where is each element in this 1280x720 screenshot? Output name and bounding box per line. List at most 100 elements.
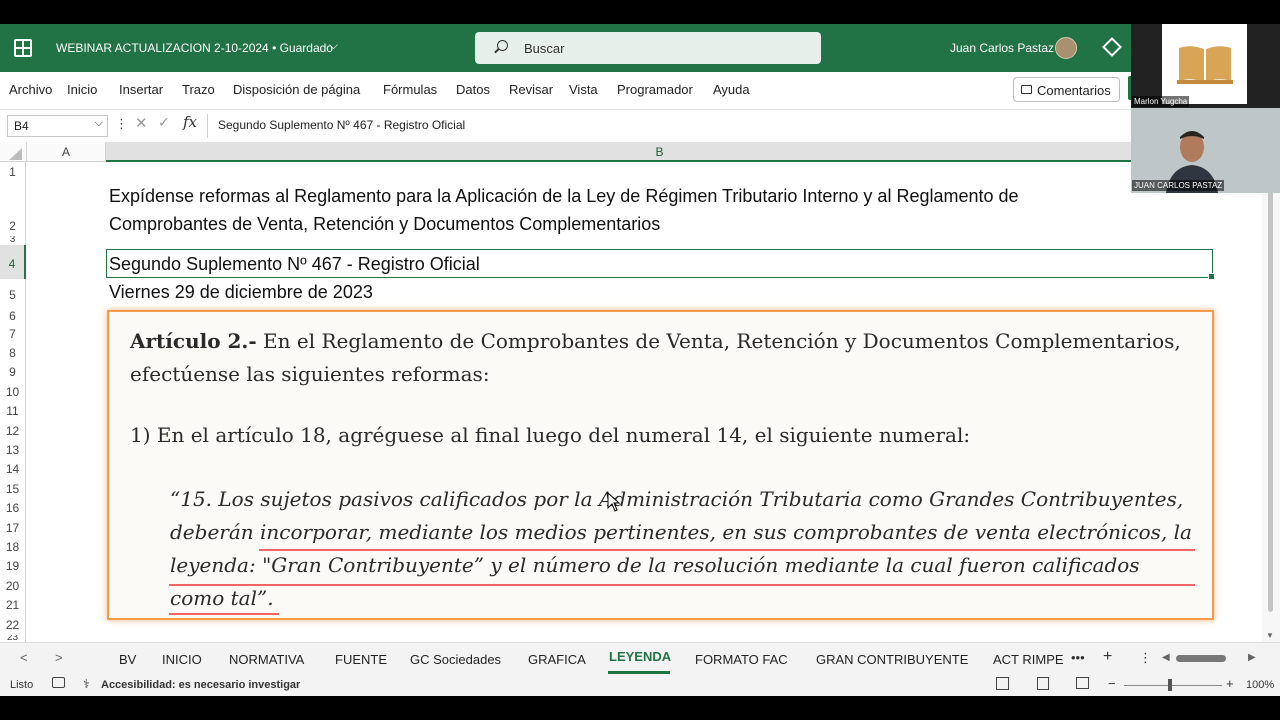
next-sheet-icon[interactable]: >: [55, 650, 63, 665]
row-header[interactable]: 12: [0, 421, 26, 441]
status-bar: Listo ⚕ Accesibilidad: es necesario inve…: [0, 674, 1280, 696]
row-header[interactable]: 8: [0, 344, 26, 363]
comments-button[interactable]: Comentarios: [1013, 77, 1120, 102]
row-header[interactable]: 11: [0, 402, 26, 421]
row-header[interactable]: 20: [0, 576, 26, 596]
zoom-out-button[interactable]: −: [1108, 676, 1116, 691]
row-header[interactable]: 3: [0, 236, 26, 245]
row-header[interactable]: 7: [0, 325, 26, 344]
row-header-selected[interactable]: 4: [0, 245, 26, 279]
tab-datos[interactable]: Datos: [456, 82, 490, 97]
tab-archivo[interactable]: Archivo: [9, 82, 52, 97]
row-header[interactable]: 17: [0, 518, 26, 538]
scroll-thumb[interactable]: [1268, 182, 1273, 612]
cell-b2-line2[interactable]: Comprobantes de Venta, Retención y Docum…: [109, 214, 660, 235]
scroll-down-icon[interactable]: ▼: [1266, 631, 1274, 640]
cell-b4[interactable]: Segundo Suplemento Nº 467 - Registro Ofi…: [109, 254, 480, 275]
row-header[interactable]: 9: [0, 363, 26, 382]
spreadsheet-grid[interactable]: A B 1 2 3 4 5 6 7 8 9 10 11 12 13 14 15 …: [0, 142, 1280, 642]
macro-icon[interactable]: [52, 677, 65, 688]
select-all-corner[interactable]: [9, 148, 22, 160]
pasted-document-image[interactable]: Artículo 2.- En el Reglamento de Comprob…: [107, 310, 1214, 620]
tab-disposicion[interactable]: Disposición de página: [233, 82, 360, 97]
quote-line-1: “15. Los sujetos pasivos calificados por…: [170, 487, 1184, 511]
row-header[interactable]: 1: [0, 162, 26, 182]
row-header[interactable]: 15: [0, 479, 26, 499]
avatar[interactable]: [1055, 37, 1077, 59]
red-underline: [169, 613, 279, 615]
accessibility-status[interactable]: Accesibilidad: es necesario investigar: [101, 679, 300, 691]
sheet-tab-formato-fac[interactable]: FORMATO FAC: [695, 652, 788, 667]
row-header[interactable]: 18: [0, 538, 26, 557]
tab-programador[interactable]: Programador: [617, 82, 693, 97]
vertical-scrollbar[interactable]: ▼: [1262, 142, 1280, 642]
row-header[interactable]: 21: [0, 596, 26, 615]
row-header[interactable]: 5: [0, 279, 26, 305]
column-header-b[interactable]: B: [106, 142, 1213, 162]
sheet-tab-bv[interactable]: BV: [119, 652, 136, 667]
name-box[interactable]: B4 ⌵: [7, 115, 108, 137]
accessibility-icon[interactable]: ⚕: [83, 677, 90, 691]
participant-name-top: Marlon Yugcha: [1132, 96, 1190, 107]
article-title: Artículo 2.-: [130, 329, 257, 353]
row-header[interactable]: 6: [0, 305, 26, 325]
column-header-a[interactable]: A: [26, 142, 106, 162]
tab-trazo[interactable]: Trazo: [182, 82, 215, 97]
chevron-down-icon[interactable]: ⌵: [329, 38, 338, 53]
row-header[interactable]: 2: [0, 182, 26, 236]
horizontal-scroll-thumb[interactable]: [1176, 655, 1226, 662]
tab-insertar[interactable]: Insertar: [119, 82, 163, 97]
tab-revisar[interactable]: Revisar: [509, 82, 553, 97]
normal-view-icon[interactable]: [996, 677, 1009, 690]
row-header[interactable]: 10: [0, 382, 26, 402]
page-layout-icon[interactable]: [1037, 677, 1049, 690]
sheet-tab-leyenda[interactable]: LEYENDA: [609, 649, 671, 664]
row-header[interactable]: 13: [0, 441, 26, 460]
row-header[interactable]: 16: [0, 499, 26, 518]
sheet-tab-inicio[interactable]: INICIO: [162, 652, 202, 667]
hscroll-right-icon[interactable]: ▶: [1248, 652, 1256, 663]
user-name[interactable]: Juan Carlos Pastaz: [950, 41, 1054, 55]
sheet-tab-fuente[interactable]: FUENTE: [335, 652, 387, 667]
tab-ayuda[interactable]: Ayuda: [713, 82, 750, 97]
row-header[interactable]: 23: [0, 635, 26, 642]
formula-input[interactable]: Segundo Suplemento Nº 467 - Registro Ofi…: [207, 114, 1131, 138]
tab-vista[interactable]: Vista: [569, 82, 598, 97]
mouse-cursor-icon: [607, 492, 621, 512]
zoom-slider-knob[interactable]: [1168, 679, 1172, 691]
zoom-slider[interactable]: [1124, 685, 1222, 686]
search-icon: [497, 40, 508, 51]
row-header[interactable]: 22: [0, 615, 26, 635]
row-header[interactable]: 19: [0, 557, 26, 576]
tab-inicio[interactable]: Inicio: [67, 82, 97, 97]
cell-b5[interactable]: Viernes 29 de diciembre de 2023: [109, 282, 373, 303]
sheet-tab-gran-contribuyente[interactable]: GRAN CONTRIBUYENTE: [816, 652, 968, 667]
add-sheet-icon[interactable]: +: [1103, 648, 1112, 666]
column-headers: A B: [0, 142, 1262, 162]
confirm-icon[interactable]: ✓: [158, 114, 170, 131]
zoom-level[interactable]: 100%: [1246, 679, 1274, 691]
search-placeholder: Buscar: [524, 41, 565, 56]
chevron-down-icon[interactable]: ⌵: [95, 117, 103, 130]
row-header[interactable]: 14: [0, 460, 26, 479]
sheet-tab-gc-sociedades[interactable]: GC Sociedades: [410, 652, 501, 667]
red-underline: [169, 584, 1195, 586]
more-sheets-icon[interactable]: •••: [1071, 650, 1085, 665]
insert-function-icon[interactable]: fx: [183, 113, 197, 131]
cell-b2-line1[interactable]: Expídense reformas al Reglamento para la…: [109, 186, 1019, 207]
sheet-tab-grafica[interactable]: GRAFICA: [528, 652, 586, 667]
zoom-in-button[interactable]: +: [1226, 676, 1234, 691]
page-break-icon[interactable]: [1076, 677, 1089, 689]
sheet-tab-act-rimpe[interactable]: ACT RIMPE: [993, 652, 1064, 667]
hscroll-left-icon[interactable]: ◀: [1162, 652, 1170, 663]
search-box[interactable]: Buscar: [475, 32, 821, 64]
sheet-tab-normativa[interactable]: NORMATIVA: [229, 652, 304, 667]
sheet-options-icon[interactable]: ⋮: [1139, 650, 1152, 666]
tab-formulas[interactable]: Fórmulas: [383, 82, 437, 97]
more-vertical-icon[interactable]: ⋮: [115, 116, 128, 132]
premium-diamond-icon[interactable]: [1102, 37, 1122, 57]
document-title[interactable]: WEBINAR ACTUALIZACION 2-10-2024 • Guarda…: [56, 41, 333, 55]
prev-sheet-icon[interactable]: <: [20, 650, 28, 665]
excel-app-icon[interactable]: [14, 39, 32, 57]
cancel-icon[interactable]: ✕: [135, 114, 148, 132]
